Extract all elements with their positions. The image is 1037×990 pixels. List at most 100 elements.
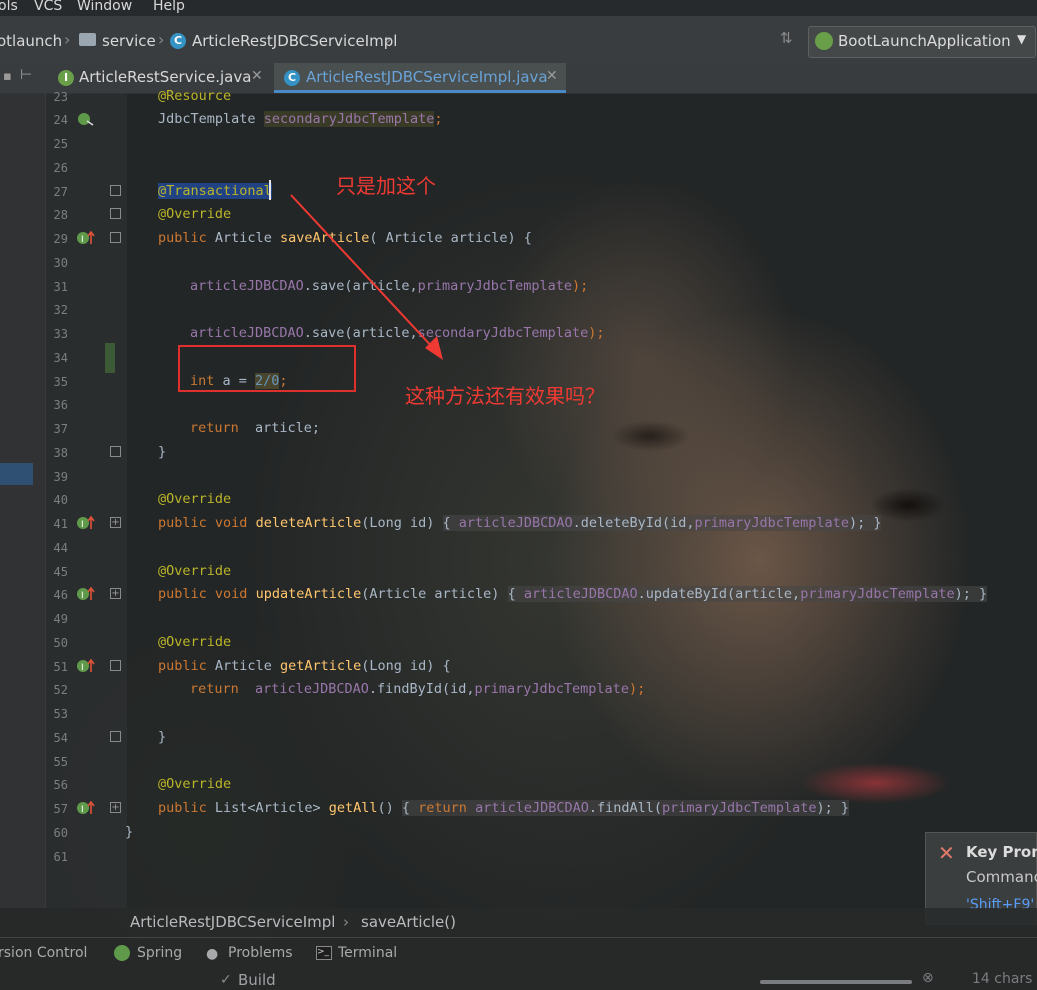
code-line: public Article getArticle(Long id) { bbox=[158, 658, 451, 674]
code-line: public void updateArticle(Article articl… bbox=[158, 586, 988, 602]
bean-navigate-icon[interactable] bbox=[77, 112, 95, 126]
project-tool-window[interactable] bbox=[0, 93, 46, 908]
code-line: @Override bbox=[158, 634, 232, 650]
cancel-icon[interactable]: ⊗ bbox=[922, 970, 934, 986]
tab-label: ArticleRestService.java bbox=[79, 68, 252, 86]
line-number: 34 bbox=[53, 351, 68, 365]
tab-label: ArticleRestJDBCServiceImpl.java bbox=[306, 68, 548, 86]
line-number: 49 bbox=[53, 612, 68, 626]
nav-crumb-package[interactable]: service bbox=[102, 32, 156, 50]
problems-icon: ● bbox=[206, 946, 219, 962]
line-number: 24 bbox=[53, 113, 68, 127]
line-number: 29 bbox=[53, 232, 68, 246]
toolwindow-spring[interactable]: Spring bbox=[137, 945, 182, 961]
editor-tab-bar: ▪ ⊢ I ArticleRestService.java ✕ C Articl… bbox=[0, 63, 1037, 94]
close-icon[interactable]: ✕ bbox=[251, 68, 263, 84]
text-caret bbox=[269, 180, 271, 200]
breadcrumb-class[interactable]: ArticleRestJDBCServiceImpl bbox=[130, 913, 335, 931]
menu-vcs[interactable]: VCS bbox=[34, 0, 62, 14]
notification-title: Key Prom bbox=[966, 843, 1037, 861]
line-number: 53 bbox=[53, 707, 68, 721]
line-number: 36 bbox=[53, 398, 68, 412]
arrow-icon bbox=[290, 194, 443, 360]
fold-icon[interactable] bbox=[110, 731, 121, 742]
close-icon[interactable]: ✕ bbox=[938, 841, 955, 865]
progress-bar bbox=[760, 980, 912, 984]
menu-window[interactable]: Window bbox=[77, 0, 132, 14]
line-number: 52 bbox=[53, 683, 68, 697]
toolwindow-version-control[interactable]: rsion Control bbox=[0, 945, 87, 961]
expand-icon[interactable]: + bbox=[110, 588, 121, 599]
chevron-down-icon: ▼ bbox=[1017, 32, 1027, 46]
line-number: 37 bbox=[53, 422, 68, 436]
navigation-bar: otlaunch › › service › ArticleRestJDBCSe… bbox=[0, 16, 1037, 64]
expand-icon[interactable]: + bbox=[110, 517, 121, 528]
nav-crumb-project[interactable]: otlaunch bbox=[0, 32, 62, 50]
svg-text:I: I bbox=[81, 520, 84, 530]
fold-icon[interactable] bbox=[110, 208, 121, 219]
line-number: 28 bbox=[53, 208, 68, 222]
code-line: return article; bbox=[190, 420, 321, 436]
nav-crumb-class[interactable]: ArticleRestJDBCServiceImpl bbox=[192, 32, 397, 50]
line-number: 41 bbox=[53, 517, 68, 531]
folder-icon bbox=[79, 33, 96, 46]
code-line: @Resource bbox=[158, 88, 232, 104]
fold-icon[interactable] bbox=[110, 185, 121, 196]
expand-icon[interactable]: + bbox=[110, 802, 121, 813]
toolwindow-terminal[interactable]: Terminal bbox=[338, 945, 397, 961]
menu-help[interactable]: Help bbox=[153, 0, 185, 14]
divider bbox=[0, 937, 1037, 938]
spring-boot-icon bbox=[815, 32, 833, 50]
implements-method-icon[interactable]: I bbox=[77, 516, 95, 530]
line-number: 33 bbox=[53, 327, 68, 341]
close-icon[interactable]: ✕ bbox=[546, 68, 558, 84]
line-number: 60 bbox=[53, 826, 68, 840]
line-number: 45 bbox=[53, 565, 68, 579]
implements-method-icon[interactable]: I bbox=[77, 587, 95, 601]
project-tree-selected-row[interactable] bbox=[0, 463, 33, 485]
sort-icon[interactable]: ⇅ bbox=[780, 29, 793, 47]
notification-text: Commanc bbox=[966, 868, 1037, 886]
interface-icon: I bbox=[58, 70, 74, 86]
line-number: 46 bbox=[53, 588, 68, 602]
implements-method-icon[interactable]: I bbox=[77, 231, 95, 245]
line-number: 25 bbox=[53, 137, 68, 151]
line-number: 31 bbox=[53, 280, 68, 294]
code-line: JdbcTemplate secondaryJdbcTemplate; bbox=[158, 111, 443, 127]
line-number: 57 bbox=[53, 802, 68, 816]
breadcrumb-method[interactable]: saveArticle() bbox=[361, 913, 456, 931]
code-line: @Override bbox=[158, 776, 232, 792]
line-number: 61 bbox=[53, 850, 68, 864]
wallpaper-detail bbox=[800, 762, 950, 804]
line-number: 51 bbox=[53, 660, 68, 674]
line-number: 30 bbox=[53, 256, 68, 270]
collapse-icon[interactable]: ⊢ bbox=[20, 67, 32, 83]
implements-method-icon[interactable]: I bbox=[77, 659, 95, 673]
implements-method-icon[interactable]: I bbox=[77, 801, 95, 815]
svg-text:I: I bbox=[81, 591, 84, 601]
line-number: 39 bbox=[53, 470, 68, 484]
run-config-label: BootLaunchApplication bbox=[838, 32, 1011, 50]
code-line: @Override bbox=[158, 563, 232, 579]
line-number: 35 bbox=[53, 375, 68, 389]
line-number: 32 bbox=[53, 303, 68, 317]
status-build[interactable]: Build bbox=[238, 971, 276, 989]
svg-text:I: I bbox=[81, 235, 84, 245]
fold-icon[interactable] bbox=[110, 232, 121, 243]
tab-article-rest-jdbc-service-impl[interactable]: C ArticleRestJDBCServiceImpl.java ✕ bbox=[274, 63, 566, 93]
line-number: 44 bbox=[53, 541, 68, 555]
menu-tools[interactable]: ols bbox=[0, 0, 18, 14]
menu-bar: ols VCS Window Help bbox=[0, 0, 1037, 16]
run-config-dropdown[interactable]: BootLaunchApplication ▼ bbox=[808, 26, 1036, 58]
code-line: public void deleteArticle(Long id) { art… bbox=[158, 515, 882, 531]
line-number: 54 bbox=[53, 731, 68, 745]
settings-icon[interactable]: ▪ bbox=[3, 69, 12, 84]
code-line: } bbox=[158, 729, 167, 745]
class-icon: C bbox=[170, 33, 186, 49]
fold-icon[interactable] bbox=[110, 446, 121, 457]
fold-icon[interactable] bbox=[110, 660, 121, 671]
line-number: 26 bbox=[53, 161, 68, 175]
line-number: 23 bbox=[53, 90, 68, 104]
code-line: @Override bbox=[158, 491, 232, 507]
toolwindow-problems[interactable]: Problems bbox=[228, 945, 293, 961]
